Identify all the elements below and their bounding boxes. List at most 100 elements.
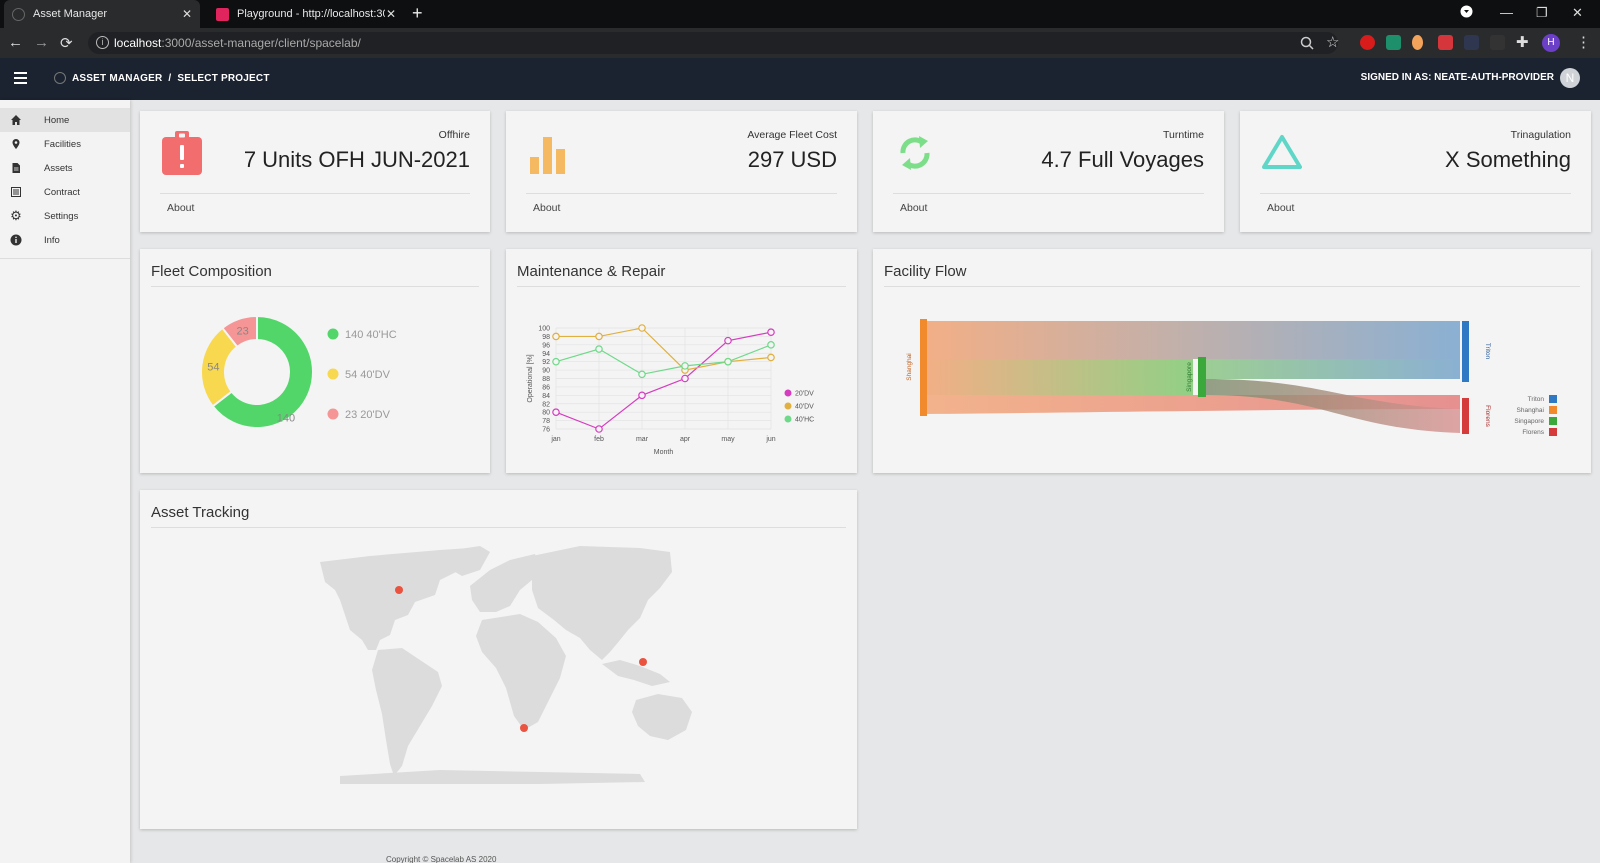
list-icon bbox=[10, 186, 22, 198]
profile-menu-icon[interactable] bbox=[1460, 5, 1473, 21]
location-marker[interactable] bbox=[520, 724, 528, 732]
tab-playground[interactable]: Playground - http://localhost:300 ✕ bbox=[208, 0, 404, 28]
maintenance-line-chart: 76 7880 8284 868890 9294 9698100 jan feb mar apr m… bbox=[527, 324, 814, 456]
legend-dot bbox=[784, 415, 792, 423]
legend-label: 40'HC bbox=[795, 417, 814, 424]
y-tick-label: 84 bbox=[542, 393, 550, 400]
kpi-card-turntime: Turntime 4.7 Full Voyages About bbox=[873, 111, 1224, 232]
node-label: Shanghai bbox=[906, 353, 913, 380]
extension-orange-icon[interactable] bbox=[1412, 35, 1423, 50]
bookmark-star-icon[interactable]: ☆ bbox=[1326, 33, 1339, 51]
fleet-donut-chart: 140 140 40'HC 54 54 40'DV 23 23 20'DV bbox=[200, 314, 397, 429]
legend-label: 23 20'DV bbox=[345, 409, 391, 421]
footer-copyright: Copyright © Spacelab AS 2020 bbox=[386, 855, 497, 863]
legend-swatch bbox=[1549, 417, 1557, 425]
close-tab-icon[interactable]: ✕ bbox=[182, 7, 192, 21]
kpi-value: 297 USD bbox=[747, 147, 837, 172]
y-tick-label: 88 bbox=[542, 376, 550, 383]
legend-label: 40'DV bbox=[795, 404, 814, 411]
y-tick-label: 86 bbox=[542, 384, 550, 391]
sidebar-item-facilities[interactable]: Facilities bbox=[0, 132, 130, 156]
slice-label: 54 bbox=[207, 362, 219, 374]
breadcrumb-project[interactable]: SELECT PROJECT bbox=[177, 73, 269, 84]
y-tick-label: 98 bbox=[542, 334, 550, 341]
restore-icon[interactable]: ❐ bbox=[1536, 5, 1548, 21]
se-asia-islands-shape bbox=[602, 660, 670, 686]
zoom-icon[interactable] bbox=[1300, 36, 1314, 50]
kpi-about-link[interactable]: About bbox=[900, 202, 927, 214]
kpi-value: 4.7 Full Voyages bbox=[1041, 147, 1204, 172]
kpi-about-link[interactable]: About bbox=[533, 202, 560, 214]
kpi-label: Average Fleet Cost bbox=[747, 129, 837, 141]
data-point bbox=[595, 425, 603, 433]
forward-icon[interactable]: → bbox=[34, 34, 49, 51]
node-label: Singapore bbox=[1186, 362, 1193, 392]
profile-avatar[interactable]: H bbox=[1542, 34, 1560, 52]
sidebar-item-settings[interactable]: ⚙ Settings bbox=[0, 204, 130, 228]
sidebar-item-assets[interactable]: Assets bbox=[0, 156, 130, 180]
extension-green-icon[interactable] bbox=[1386, 35, 1401, 50]
kpi-card-fleet-cost: Average Fleet Cost 297 USD About bbox=[506, 111, 857, 232]
kpi-about-link[interactable]: About bbox=[167, 202, 194, 214]
data-point bbox=[552, 332, 560, 341]
user-avatar[interactable]: N bbox=[1560, 68, 1580, 88]
browser-menu-icon[interactable]: ⋮ bbox=[1576, 33, 1591, 51]
extension-red-icon[interactable] bbox=[1360, 35, 1375, 50]
tab-asset-manager[interactable]: Asset Manager ✕ bbox=[4, 0, 200, 28]
info-icon bbox=[10, 234, 22, 246]
x-tick-label: jun bbox=[765, 436, 775, 443]
close-window-icon[interactable]: ✕ bbox=[1572, 5, 1583, 21]
legend-label: 20'DV bbox=[795, 391, 814, 398]
close-tab-icon[interactable]: ✕ bbox=[386, 7, 396, 21]
extension-gray-icon[interactable] bbox=[1490, 35, 1505, 50]
world-map[interactable] bbox=[140, 490, 857, 829]
y-tick-label: 100 bbox=[538, 326, 550, 333]
kpi-about-link[interactable]: About bbox=[1267, 202, 1294, 214]
data-point bbox=[681, 374, 689, 383]
app-favicon-icon bbox=[12, 7, 25, 21]
data-point bbox=[638, 391, 646, 400]
site-info-icon[interactable]: i bbox=[96, 36, 109, 49]
location-marker[interactable] bbox=[395, 586, 403, 594]
node-singapore bbox=[1198, 357, 1206, 397]
data-point bbox=[767, 341, 775, 349]
legend-dot bbox=[784, 389, 792, 397]
menu-icon[interactable] bbox=[14, 72, 27, 87]
document-icon bbox=[10, 162, 22, 174]
new-tab-icon[interactable]: + bbox=[412, 4, 423, 22]
data-point bbox=[552, 408, 560, 416]
legend-label: Singapore bbox=[1514, 418, 1544, 425]
node-florens bbox=[1462, 398, 1469, 434]
sidebar: Home Facilities Assets Contract ⚙ Settin… bbox=[0, 100, 130, 863]
breadcrumb-app[interactable]: ASSET MANAGER bbox=[72, 73, 162, 84]
legend-swatch bbox=[1549, 395, 1557, 403]
sidebar-item-label: Settings bbox=[44, 210, 79, 222]
address-bar[interactable]: i localhost:3000/asset-manager/client/sp… bbox=[88, 32, 1338, 54]
extension-dark-icon[interactable] bbox=[1464, 35, 1479, 50]
data-point bbox=[767, 328, 775, 337]
sidebar-item-info[interactable]: Info bbox=[0, 228, 130, 252]
sidebar-item-home[interactable]: Home bbox=[0, 108, 130, 132]
minimize-icon[interactable]: — bbox=[1500, 5, 1513, 20]
extension-gift-icon[interactable] bbox=[1438, 35, 1453, 50]
facility-flow-card: Facility Flow Shanghai Singapore Triton … bbox=[873, 249, 1591, 473]
kpi-divider bbox=[526, 193, 837, 194]
sidebar-item-contract[interactable]: Contract bbox=[0, 180, 130, 204]
reload-icon[interactable]: ⟳ bbox=[60, 34, 73, 52]
url-path: :3000/asset-manager/client/spacelab/ bbox=[161, 36, 361, 50]
app-logo-icon bbox=[54, 72, 66, 84]
flow-shanghai-triton bbox=[926, 321, 1460, 359]
kpi-divider bbox=[1260, 193, 1571, 194]
y-tick-label: 76 bbox=[542, 427, 550, 434]
maintenance-card: Maintenance & Repair 76 78 80 82 84 86 88 90 92 9… bbox=[506, 249, 857, 473]
location-marker[interactable] bbox=[639, 658, 647, 666]
back-icon[interactable]: ← bbox=[8, 34, 23, 51]
continents bbox=[320, 546, 692, 784]
breadcrumb-separator: / bbox=[168, 72, 172, 84]
extensions-puzzle-icon[interactable]: ✚ bbox=[1516, 33, 1529, 51]
app-header: ASSET MANAGER / SELECT PROJECT SIGNED IN… bbox=[0, 58, 1600, 100]
data-point bbox=[681, 362, 689, 370]
data-point bbox=[595, 332, 603, 341]
breadcrumb: ASSET MANAGER / SELECT PROJECT bbox=[54, 72, 270, 84]
kpi-value: X Something bbox=[1445, 147, 1571, 172]
